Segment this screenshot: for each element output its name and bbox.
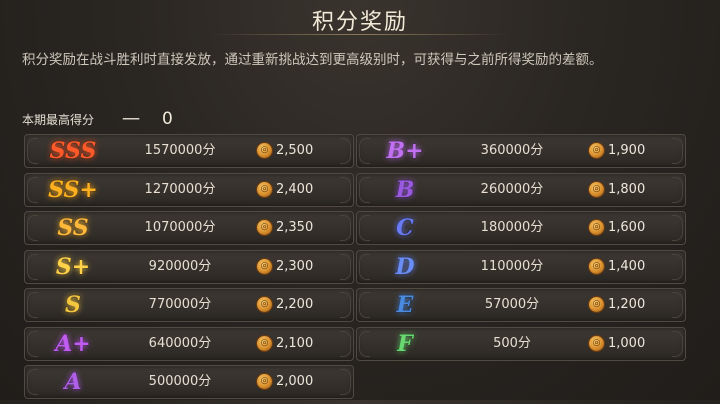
- reward-amount: 1,900: [608, 143, 646, 158]
- grade-badge: A+: [55, 330, 91, 357]
- coin-icon: ◎: [589, 335, 604, 351]
- coin-icon: ◎: [257, 258, 272, 274]
- coin-icon: ◎: [589, 220, 604, 235]
- coin-icon: ◎: [589, 181, 604, 197]
- reward-row: C 180000分 ◎ 1,600: [356, 211, 686, 245]
- grade-badge: C: [396, 215, 414, 241]
- reward-amount: 2,200: [276, 297, 314, 312]
- reward-row: SS 1070000分 ◎ 2,350: [24, 211, 354, 245]
- reward-amount: 1,800: [608, 181, 646, 197]
- reward-amount: 2,100: [276, 335, 314, 351]
- grade-badge: F: [397, 330, 413, 357]
- best-score-label: 本期最高得分: [22, 112, 95, 127]
- grade-badge: S: [65, 292, 81, 318]
- score-threshold: 770000分: [148, 297, 212, 312]
- reward-amount: 2,400: [276, 181, 314, 197]
- coin-icon: ◎: [257, 181, 272, 197]
- score-threshold: 1270000分: [144, 181, 216, 197]
- grade-badge: SS+: [48, 176, 98, 203]
- coin-icon: ◎: [257, 374, 272, 389]
- reward-row: S+ 920000分 ◎ 2,300: [24, 249, 354, 284]
- title-divider: [210, 34, 510, 35]
- best-score: 本期最高得分 一 0: [22, 108, 173, 131]
- reward-row: B+ 360000分 ◎ 1,900: [356, 134, 686, 168]
- reward-row: A+ 640000分 ◎ 2,100: [24, 326, 354, 361]
- grade-badge: D: [395, 253, 415, 280]
- score-threshold: 360000分: [480, 143, 544, 158]
- reward-amount: 2,300: [276, 258, 314, 274]
- reward-amount: 1,200: [608, 297, 646, 312]
- grade-badge: E: [396, 292, 414, 318]
- reward-list-left: SSS 1570000分 ◎ 2,500 SS+ 1270000分 ◎ 2,400 SS 1070…: [24, 134, 354, 404]
- grade-badge: SSS: [49, 138, 97, 164]
- reward-list-right: B+ 360000分 ◎ 1,900 B 260000分 ◎ 1,800 C 180000分 ◎ 1,…: [356, 134, 686, 365]
- score-threshold: 180000分: [480, 220, 544, 235]
- reward-amount: 2,350: [276, 220, 314, 235]
- reward-description: 积分奖励在战斗胜利时直接发放，通过重新挑战达到更高级别时，可获得与之前所得奖励的…: [22, 52, 603, 68]
- score-threshold: 1070000分: [144, 220, 216, 235]
- reward-row: SS+ 1270000分 ◎ 2,400: [24, 172, 354, 207]
- grade-badge: B: [395, 176, 415, 203]
- coin-icon: ◎: [589, 258, 604, 274]
- grade-badge: S+: [55, 253, 91, 280]
- coin-icon: ◎: [257, 297, 272, 312]
- reward-row: S 770000分 ◎ 2,200: [24, 288, 354, 322]
- best-score-dash: 一: [122, 110, 141, 131]
- reward-amount: 1,000: [608, 335, 646, 351]
- best-score-value: 0: [162, 109, 173, 129]
- grade-badge: A: [64, 369, 82, 395]
- reward-row: E 57000分 ◎ 1,200: [356, 288, 686, 322]
- score-threshold: 500000分: [148, 374, 212, 389]
- reward-row: A 500000分 ◎ 2,000: [24, 365, 354, 399]
- grade-badge: B+: [386, 138, 424, 164]
- page-title: 积分奖励: [311, 10, 408, 35]
- reward-row: F 500分 ◎ 1,000: [356, 326, 686, 361]
- grade-badge: SS: [57, 215, 89, 241]
- reward-amount: 2,000: [276, 374, 314, 389]
- reward-amount: 1,400: [608, 258, 646, 274]
- reward-amount: 1,600: [608, 220, 646, 235]
- score-threshold: 500分: [493, 335, 531, 351]
- score-threshold: 110000分: [480, 258, 544, 274]
- score-threshold: 920000分: [148, 258, 212, 274]
- score-threshold: 640000分: [148, 335, 212, 351]
- coin-icon: ◎: [589, 143, 604, 158]
- coin-icon: ◎: [589, 297, 604, 312]
- score-threshold: 260000分: [480, 181, 544, 197]
- coin-icon: ◎: [257, 335, 272, 351]
- reward-row: D 110000分 ◎ 1,400: [356, 249, 686, 284]
- score-threshold: 1570000分: [144, 143, 216, 158]
- score-threshold: 57000分: [484, 297, 540, 312]
- coin-icon: ◎: [257, 143, 272, 158]
- coin-icon: ◎: [257, 220, 272, 235]
- reward-row: B 260000分 ◎ 1,800: [356, 172, 686, 207]
- reward-amount: 2,500: [276, 143, 314, 158]
- reward-row: SSS 1570000分 ◎ 2,500: [24, 134, 354, 168]
